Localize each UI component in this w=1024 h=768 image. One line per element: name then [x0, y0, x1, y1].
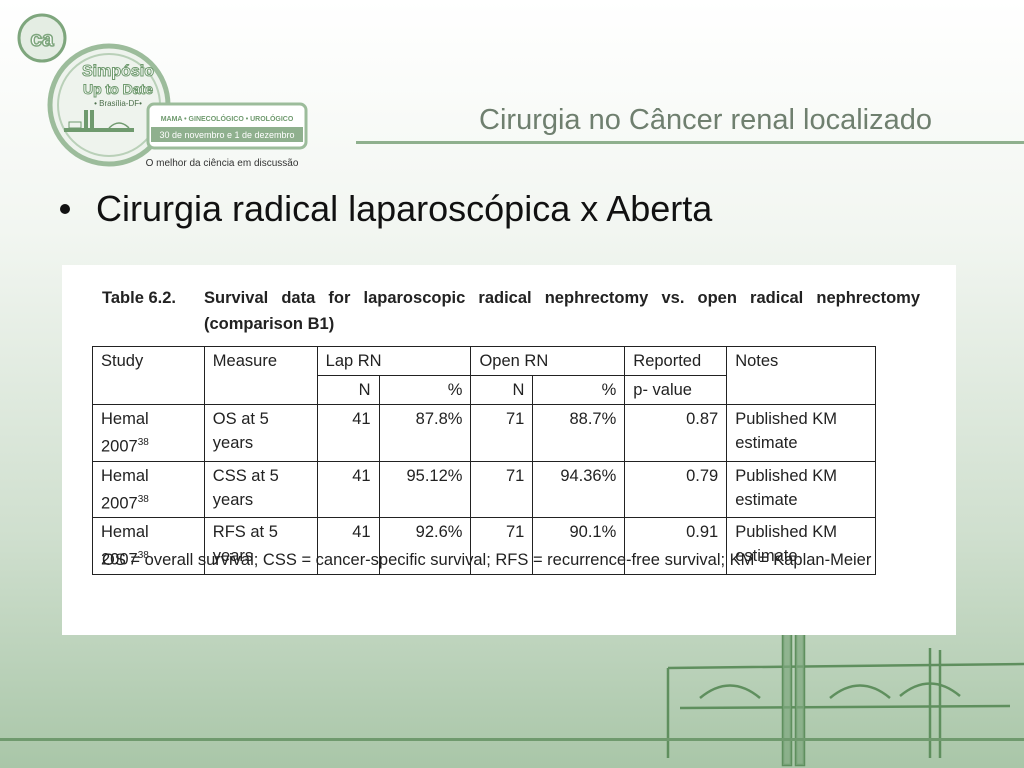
header-p-value: p- value [624, 375, 728, 405]
cell-open-pct: 88.7% [532, 404, 626, 462]
table-row: Hemal 200738 OS at 5 years 41 87.8% 71 8… [92, 404, 876, 462]
bullet-text: Cirurgia radical laparoscópica x Aberta [96, 188, 713, 229]
header-measure: Measure [203, 346, 318, 405]
bullet-item: Cirurgia radical laparoscópica x Aberta [60, 188, 712, 230]
survival-table-panel: Table 6.2. Survival data for laparoscopi… [62, 265, 956, 635]
cell-notes: Published KM estimate [726, 460, 876, 518]
svg-text:MAMA • GINECOLÓGICO • UROLÓGIC: MAMA • GINECOLÓGICO • UROLÓGICO [161, 114, 294, 123]
cell-lap-n: 41 [316, 404, 380, 462]
header-lap-pct: % [378, 375, 472, 405]
cell-lap-pct: 87.8% [378, 404, 472, 462]
header-lap-rn: Lap RN [316, 346, 472, 376]
survival-data-table: Study Measure Lap RN Open RN Reported No… [92, 346, 876, 575]
cell-study: Hemal 200738 [92, 404, 205, 462]
bottom-divider [0, 738, 1024, 741]
table-caption: Table 6.2. Survival data for laparoscopi… [102, 285, 920, 337]
table-caption-text: Survival data for laparoscopic radical n… [204, 289, 920, 333]
cell-open-n: 71 [470, 404, 534, 462]
cell-study: Hemal 200738 [92, 460, 205, 518]
table-caption-number: Table 6.2. [102, 289, 176, 307]
cell-measure: OS at 5 years [203, 404, 318, 462]
svg-text:• Brasília-DF•: • Brasília-DF• [94, 99, 142, 108]
bullet-dot-icon [60, 204, 70, 214]
cell-lap-n: 41 [316, 460, 380, 518]
header-open-rn: Open RN [470, 346, 626, 376]
cell-p-value: 0.79 [624, 460, 728, 518]
header-open-pct: % [532, 375, 626, 405]
table-row: Hemal 200738 CSS at 5 years 41 95.12% 71… [92, 460, 876, 518]
slide-header-title: Cirurgia no Câncer renal localizado [479, 104, 932, 136]
svg-text:Simpósio: Simpósio [82, 63, 154, 80]
svg-text:ca: ca [30, 28, 54, 51]
cell-open-n: 71 [470, 460, 534, 518]
cell-open-pct: 94.36% [532, 460, 626, 518]
header-open-n: N [470, 375, 534, 405]
cell-lap-pct: 95.12% [378, 460, 472, 518]
table-header-row: Study Measure Lap RN Open RN Reported No… [92, 346, 876, 405]
table-footnote: OS = overall survival; CSS = cancer-spec… [102, 551, 872, 569]
cell-p-value: 0.87 [624, 404, 728, 462]
header-reported: Reported [624, 346, 728, 376]
header-notes: Notes [726, 346, 876, 405]
cell-measure: CSS at 5 years [203, 460, 318, 518]
svg-text:30 de novembro e 1 de dezembro: 30 de novembro e 1 de dezembro [159, 130, 294, 140]
svg-text:Up to Date: Up to Date [83, 81, 153, 97]
header-divider [356, 141, 1024, 144]
header-study: Study [92, 346, 205, 405]
header-lap-n: N [316, 375, 380, 405]
cell-notes: Published KM estimate [726, 404, 876, 462]
simposio-logo: ca Simpósio Up to Date • Brasília-DF• MA… [17, 13, 308, 169]
svg-text:O melhor da ciência em discuss: O melhor da ciência em discussão [146, 158, 299, 169]
